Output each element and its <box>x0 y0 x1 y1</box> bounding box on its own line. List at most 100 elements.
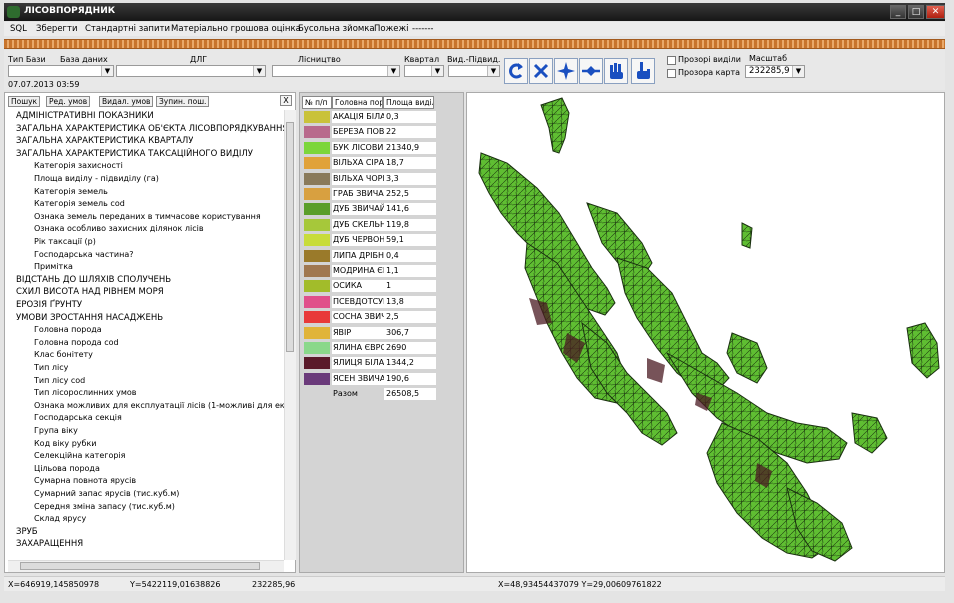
legend-row[interactable]: СОСНА ЗВИЧАЙНА2,5 <box>302 310 436 325</box>
legend-row[interactable]: ДУБ СКЕЛЬНИЙ119,8 <box>302 218 436 233</box>
tree-group[interactable]: -ЗАГАЛЬНА ХАРАКТЕРИСТИКА ТАКСАЦІЙНОГО ВИ… <box>16 148 253 160</box>
legend-row[interactable]: ВІЛЬХА ЧОРНА3,3 <box>302 172 436 187</box>
tree-item[interactable]: Цільова порода <box>34 463 100 475</box>
tree-item[interactable]: Склад ярусу <box>34 513 86 525</box>
legend-row[interactable]: ЛИПА ДРІБНОЛИСТА0,4 <box>302 249 436 264</box>
legend-species: ОСИКА <box>332 280 384 293</box>
legend-row[interactable]: ОСИКА 1 <box>302 279 436 294</box>
legend-area: 252,5 <box>384 188 436 200</box>
tree-item[interactable]: Господарська секція <box>34 412 122 424</box>
parcel-select[interactable]: ▼ <box>448 65 500 77</box>
scale-select[interactable]: 232285,9 ▼ <box>745 65 805 78</box>
tree-group[interactable]: +АДМІНІСТРАТИВНІ ПОКАЗНИКИ <box>16 110 154 122</box>
tree-item[interactable]: Категорія захисності <box>34 160 123 172</box>
tree-horizontal-scrollbar[interactable] <box>8 560 284 572</box>
tree-item[interactable]: Група віку <box>34 425 78 437</box>
legend-color-swatch <box>304 188 330 200</box>
legend-row[interactable]: БУК ЛІСОВИЙ 21340,9 <box>302 141 436 156</box>
chevron-down-icon: ▼ <box>101 66 113 76</box>
legend-row[interactable]: БЕРЕЗА ПОВИСЛА22 <box>302 125 436 140</box>
tree-item[interactable]: Сумарна повнота ярусів <box>34 475 136 487</box>
tree-group[interactable]: +СХИЛ ВИСОТА НАД РІВНЕМ МОРЯ <box>16 286 164 298</box>
forestry-select[interactable]: ▼ <box>272 65 400 77</box>
tree-item[interactable]: Тип лісорослинних умов <box>34 387 137 399</box>
scale-label: Масштаб <box>749 54 788 63</box>
legend-row[interactable]: ВІЛЬХА СІРА 18,7 <box>302 156 436 171</box>
transparent-map-checkbox[interactable] <box>667 69 676 78</box>
legend-species: ГРАБ ЗВИЧАЙНИЙ <box>332 188 384 200</box>
tree-item[interactable]: Клас бонітету <box>34 349 93 361</box>
close-button[interactable]: ✕ <box>926 5 945 19</box>
legend-row[interactable]: ЯВІР 306,7 <box>302 326 436 341</box>
panel-close-button[interactable]: X <box>280 95 292 106</box>
scroll-thumb[interactable] <box>20 562 260 570</box>
tree-item[interactable]: Площа виділу - підвиділу (га) <box>34 173 159 185</box>
tree-item[interactable]: Рік таксації (р) <box>34 236 96 248</box>
tree-vertical-scrollbar[interactable] <box>284 110 296 560</box>
dlg-select[interactable]: ▼ <box>116 65 266 77</box>
legend-row[interactable]: АКАЦІЯ БІЛА 0,3 <box>302 110 436 125</box>
legend-area: 1344,2 <box>384 357 436 370</box>
tree-group[interactable]: -УМОВИ ЗРОСТАННЯ НАСАДЖЕНЬ <box>16 312 163 324</box>
map-canvas[interactable] <box>467 93 945 573</box>
tree-item[interactable]: Примітка <box>34 261 73 273</box>
refresh-button[interactable] <box>504 58 528 84</box>
tree-group[interactable]: +ЗАХАРАЩЕННЯ <box>16 538 83 550</box>
tree-item[interactable]: Господарська частина? <box>34 249 133 261</box>
tree-item[interactable]: Код віку рубки <box>34 438 96 450</box>
legend-species: ЯСЕН ЗВИЧАЙНИЙ <box>332 372 384 385</box>
status-y-coord: Y=5422119,01638826 <box>130 580 221 589</box>
tree-item[interactable]: Ознака можливих для експлуатації лісів (… <box>34 400 284 412</box>
forest-map[interactable] <box>466 92 945 573</box>
menu-item-compass-survey[interactable]: Бусольна зйомка <box>298 24 375 34</box>
database-select[interactable]: ▼ <box>8 65 114 77</box>
pan-button[interactable] <box>579 58 603 84</box>
legend-row[interactable]: ПСЕВДОТСУГА13,8 <box>302 295 436 310</box>
legend-row[interactable]: МОДРИНА ЄВРОПЕЙСЬКА1,1 <box>302 264 436 279</box>
query-panel: Пошук Ред. умов Видал. умов Зупин. пош. … <box>4 92 296 573</box>
menu-item-valuation[interactable]: Матеріально грошова оцінка <box>171 24 301 34</box>
tree-item[interactable]: Селекційна категорія <box>34 450 125 462</box>
clear-button[interactable] <box>529 58 553 84</box>
quarter-select[interactable]: ▼ <box>404 65 444 77</box>
tree-item[interactable]: Ознака особливо захисних ділянок лісів <box>34 223 204 235</box>
tree-group[interactable]: +ЗРУБ <box>16 526 38 538</box>
move-button[interactable] <box>554 58 578 84</box>
tree-item[interactable]: Головна порода cod <box>34 337 119 349</box>
tree-item[interactable]: Тип лісу <box>34 362 68 374</box>
menu-item-standard-queries[interactable]: Стандартні запити <box>85 24 170 34</box>
tree-group[interactable]: +ЗАГАЛЬНА ХАРАКТЕРИСТИКА КВАРТАЛУ <box>16 135 193 147</box>
stop-search-button[interactable]: Зупин. пош. <box>156 96 210 107</box>
tree-group[interactable]: +ЕРОЗІЯ ҐРУНТУ <box>16 299 82 311</box>
tree-item[interactable]: Категорія земель <box>34 186 108 198</box>
menu-item-fires[interactable]: Пожежі <box>374 24 409 34</box>
hand-button[interactable] <box>604 58 628 84</box>
tree-item[interactable]: Головна порода <box>34 324 102 336</box>
maximize-button[interactable]: □ <box>908 5 924 19</box>
legend-row[interactable]: ЯЛИНА ЄВРОПЕЙСЬКА2690 <box>302 341 436 356</box>
tree-label: Селекційна категорія <box>34 451 126 461</box>
legend-row[interactable]: ЯЛИЦЯ БІЛА 1344,2 <box>302 356 436 371</box>
legend-row[interactable]: ДУБ ЗВИЧАЙНИЙ141,6 <box>302 202 436 217</box>
menu-item-sql[interactable]: SQL <box>10 24 27 34</box>
tree-item[interactable]: Категорія земель cod <box>34 198 125 210</box>
chevron-down-icon: ▼ <box>792 66 804 77</box>
tree-item[interactable]: Середня зміна запасу (тис.куб.м) <box>34 501 175 513</box>
tree-item[interactable]: Тип лісу cod <box>34 375 85 387</box>
tree-item[interactable]: Сумарний запас ярусів (тис.куб.м) <box>34 488 179 500</box>
tree-group[interactable]: +ЗАГАЛЬНА ХАРАКТЕРИСТИКА ОБ'ЄКТА ЛІСОВПО… <box>16 123 284 135</box>
legend-row[interactable]: ДУБ ЧЕРВОНИЙ59,1 <box>302 233 436 248</box>
scroll-thumb[interactable] <box>286 122 294 352</box>
minimize-button[interactable]: _ <box>890 5 906 19</box>
search-button[interactable]: Пошук <box>8 96 41 107</box>
pointer-hand-button[interactable] <box>631 58 655 84</box>
legend-row[interactable]: ЯСЕН ЗВИЧАЙНИЙ190,6 <box>302 372 436 387</box>
delete-conditions-button[interactable]: Видал. умов <box>99 96 154 107</box>
legend-area: 21340,9 <box>384 141 436 154</box>
legend-row[interactable]: ГРАБ ЗВИЧАЙНИЙ252,5 <box>302 187 436 202</box>
menu-item-save[interactable]: Зберегти <box>36 24 78 34</box>
transparent-parcels-checkbox[interactable] <box>667 56 676 65</box>
tree-item[interactable]: Ознака земель переданих в тимчасове кори… <box>34 211 261 223</box>
tree-group[interactable]: +ВІДСТАНЬ ДО ШЛЯХІВ СПОЛУЧЕНЬ <box>16 274 171 286</box>
edit-conditions-button[interactable]: Ред. умов <box>46 96 91 107</box>
